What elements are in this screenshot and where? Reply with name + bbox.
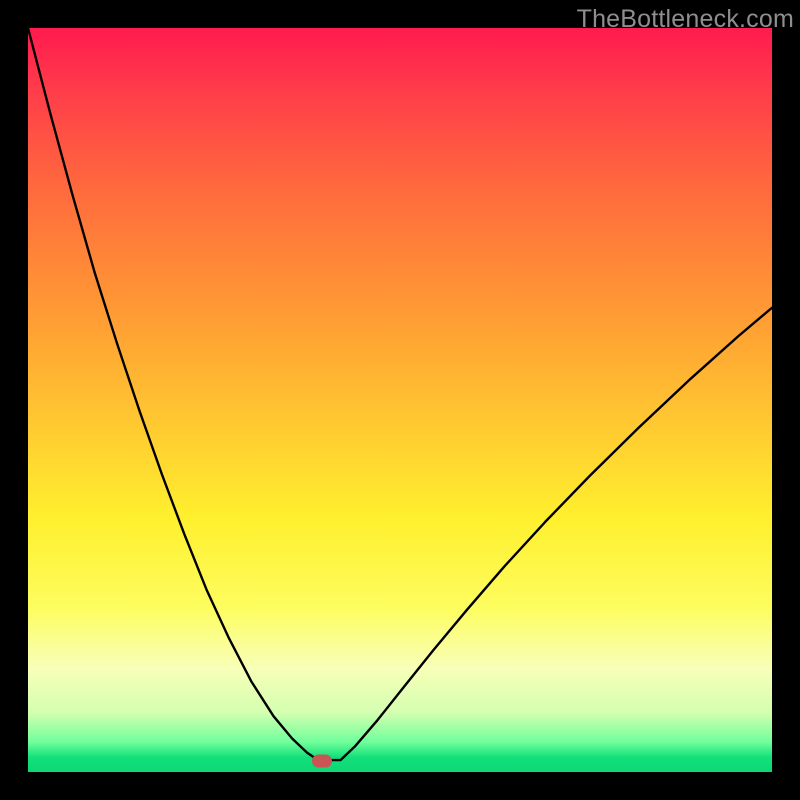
watermark: TheBottleneck.com (577, 5, 794, 34)
curve-svg (0, 0, 800, 800)
bottleneck-curve (28, 28, 772, 760)
frame: TheBottleneck.com (0, 0, 800, 800)
optimal-marker (312, 754, 332, 767)
